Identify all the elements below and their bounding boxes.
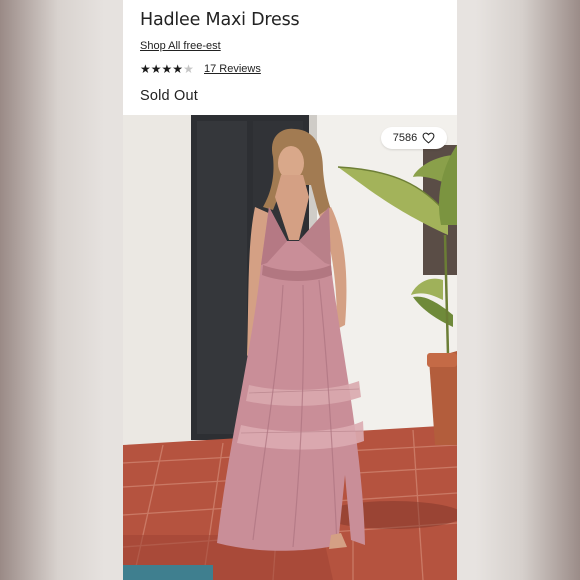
reviews-link[interactable]: 17 Reviews: [204, 63, 261, 75]
product-header: Hadlee Maxi Dress Shop All free-est ★★★★…: [123, 0, 457, 115]
product-photo-scene: [123, 115, 457, 580]
product-photo[interactable]: [123, 115, 457, 580]
star-icon: ★: [150, 62, 162, 76]
heart-outline-icon: [422, 132, 435, 144]
like-button[interactable]: 7586: [381, 127, 447, 149]
like-count: 7586: [392, 132, 418, 144]
star-icon: ★: [172, 62, 184, 76]
sold-out-status: Sold Out: [140, 88, 199, 104]
rating-stars: ★★★★★: [140, 62, 194, 76]
star-icon: ★: [140, 62, 151, 76]
star-empty-icon: ★: [183, 62, 194, 76]
shop-all-link[interactable]: Shop All free-est: [140, 40, 221, 52]
app-screen: Hadlee Maxi Dress Shop All free-est ★★★★…: [123, 0, 457, 580]
star-icon: ★: [161, 62, 173, 76]
product-title: Hadlee Maxi Dress: [140, 10, 300, 30]
